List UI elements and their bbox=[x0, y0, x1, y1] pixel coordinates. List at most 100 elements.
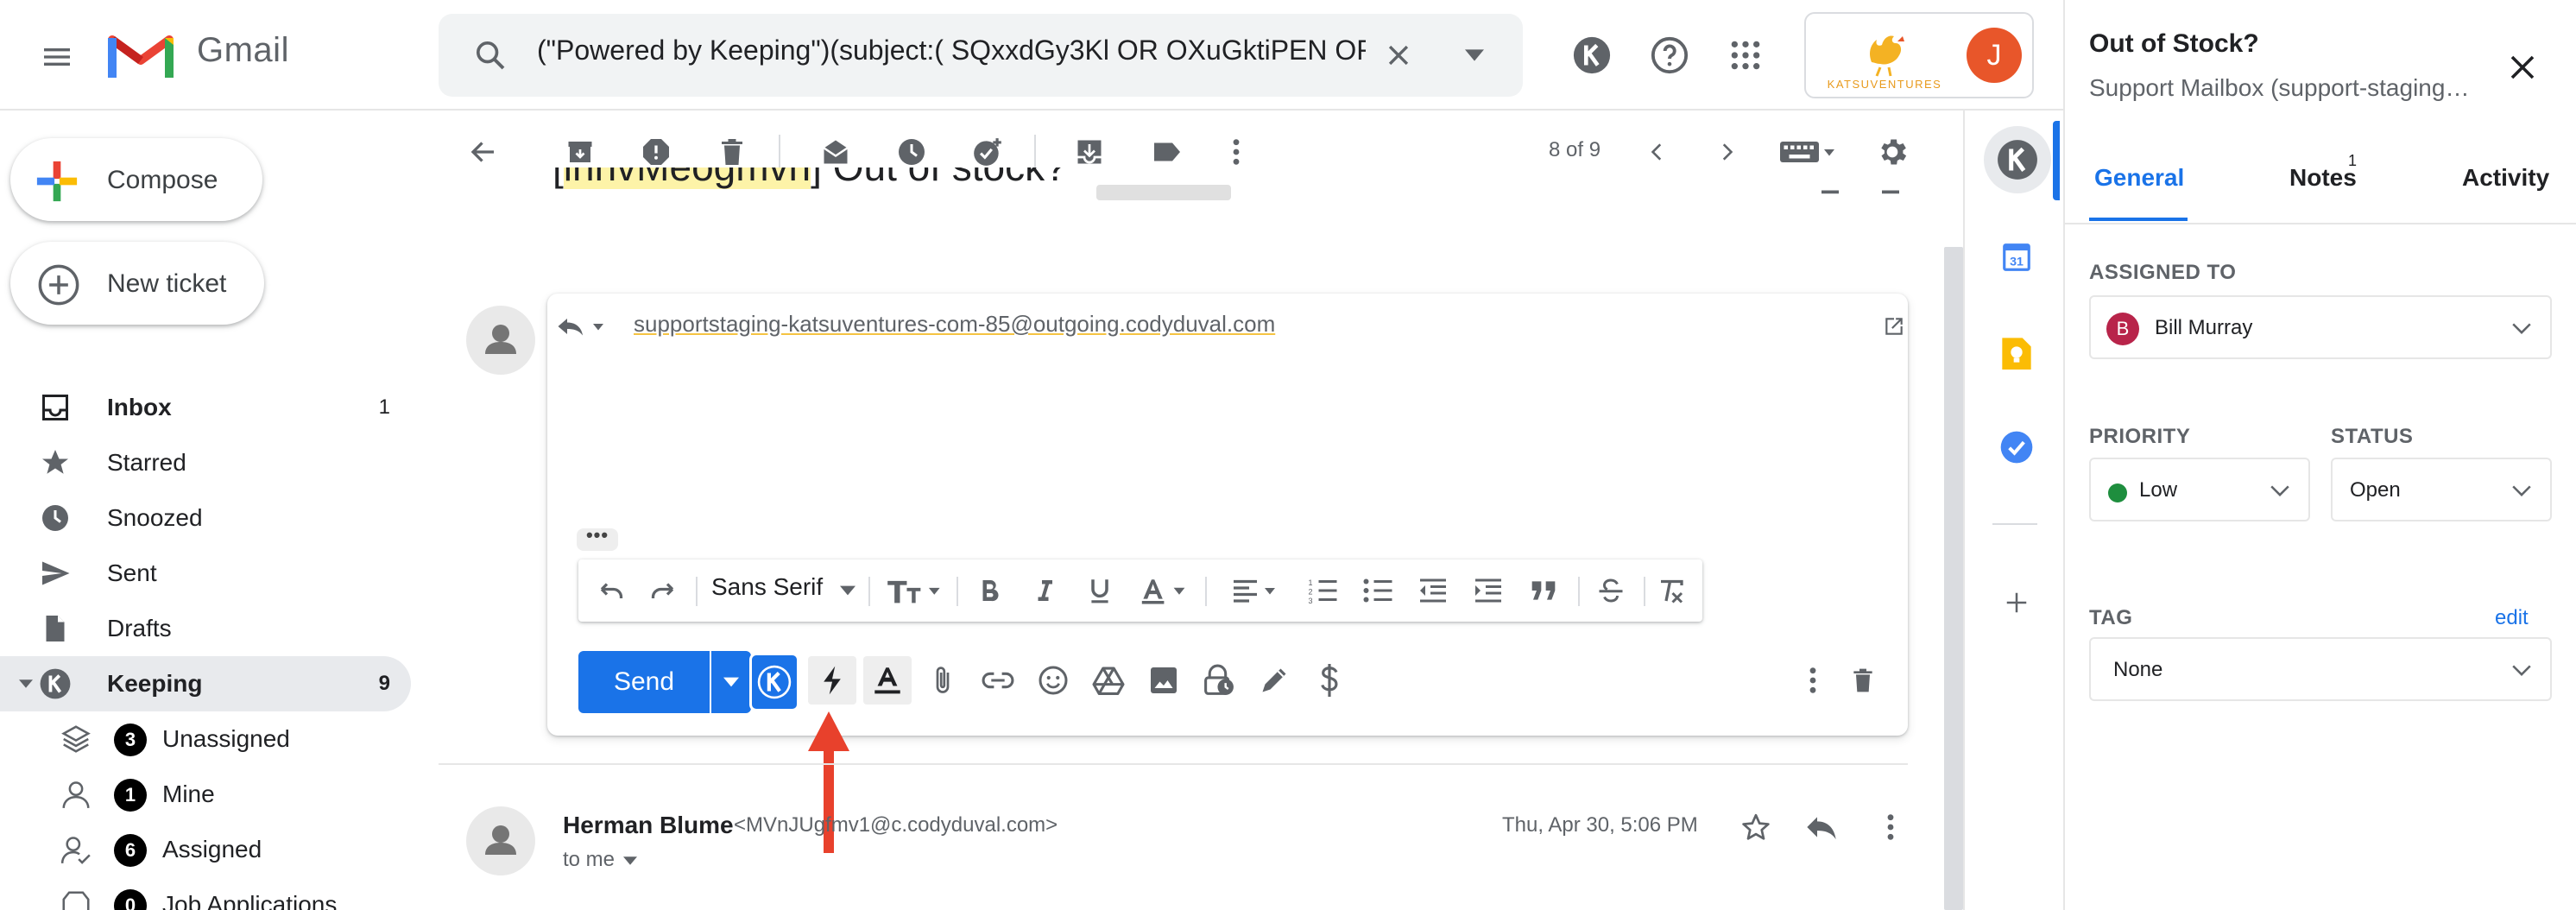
settings-gear-icon[interactable] bbox=[1865, 124, 1920, 180]
assignee-select[interactable]: B Bill Murray bbox=[2089, 295, 2552, 359]
send-button[interactable]: Send bbox=[578, 651, 710, 713]
thread-scrollbar[interactable] bbox=[1944, 247, 1963, 910]
strikethrough-icon[interactable] bbox=[1588, 570, 1633, 611]
sidebar-item-starred[interactable]: Starred bbox=[0, 435, 411, 490]
keeping-ticket-panel bbox=[2063, 0, 2576, 910]
reply-recipient[interactable]: supportstaging-katsuventures-com-85@outg… bbox=[634, 311, 1275, 338]
reply-icon[interactable] bbox=[1797, 803, 1846, 851]
tag-select[interactable]: None bbox=[2089, 637, 2552, 701]
remove-formatting-icon[interactable] bbox=[1649, 570, 1694, 611]
sidebar-subitem-mine[interactable]: 1 Mine bbox=[0, 767, 411, 822]
tasks-icon[interactable] bbox=[1994, 425, 2039, 470]
search-icon[interactable] bbox=[463, 28, 518, 83]
close-icon[interactable] bbox=[2498, 43, 2547, 92]
text-color-icon[interactable] bbox=[1134, 570, 1196, 611]
italic-icon[interactable] bbox=[1022, 570, 1067, 611]
tag-value: None bbox=[2113, 658, 2163, 681]
reply-type-dropdown[interactable] bbox=[552, 309, 613, 344]
recipient-details-toggle[interactable]: to me bbox=[563, 848, 638, 872]
quote-icon[interactable] bbox=[1521, 570, 1566, 611]
sidebar-subitem-unassigned[interactable]: 3 Unassigned bbox=[0, 711, 411, 767]
sidebar-item-drafts[interactable]: Drafts bbox=[0, 601, 411, 656]
keep-icon[interactable] bbox=[1994, 330, 2039, 375]
collapse-caret-icon[interactable] bbox=[16, 673, 36, 694]
sidebar-item-snoozed[interactable]: Snoozed bbox=[0, 490, 411, 546]
google-drive-icon[interactable] bbox=[1084, 656, 1133, 705]
tag-edit-link[interactable]: edit bbox=[2495, 606, 2529, 630]
status-select[interactable]: Open bbox=[2331, 458, 2552, 521]
confidential-mode-icon[interactable] bbox=[1195, 656, 1243, 705]
font-size-icon[interactable] bbox=[881, 570, 950, 611]
message-more-icon[interactable] bbox=[1870, 803, 1911, 851]
redo-icon[interactable] bbox=[642, 570, 687, 611]
sender-name[interactable]: Herman Blume bbox=[563, 812, 734, 839]
calendar-icon[interactable]: 31 bbox=[1994, 235, 2039, 280]
formatting-options-icon[interactable] bbox=[863, 656, 912, 705]
search-options-icon[interactable] bbox=[1447, 28, 1502, 83]
star-icon[interactable] bbox=[1732, 803, 1780, 851]
more-options-icon[interactable] bbox=[1789, 656, 1837, 705]
open-new-window-icon[interactable] bbox=[1873, 176, 1908, 200]
sidebar-item-label: Starred bbox=[107, 449, 186, 476]
print-icon[interactable] bbox=[1813, 176, 1847, 200]
sender-avatar bbox=[466, 806, 535, 875]
discard-draft-icon[interactable] bbox=[1839, 656, 1887, 705]
insert-photo-icon[interactable] bbox=[1140, 656, 1188, 705]
tab-general[interactable]: General bbox=[2094, 164, 2184, 192]
help-icon[interactable] bbox=[1642, 28, 1697, 83]
tab-activity[interactable]: Activity bbox=[2462, 164, 2549, 192]
lightning-bolt-icon[interactable] bbox=[808, 656, 856, 705]
keyboard-icon[interactable] bbox=[1770, 124, 1847, 180]
signature-pen-icon[interactable] bbox=[1250, 656, 1298, 705]
sidebar-item-label: Mine bbox=[162, 780, 215, 807]
dollar-icon[interactable] bbox=[1305, 656, 1354, 705]
underline-icon[interactable] bbox=[1077, 570, 1122, 611]
bold-icon[interactable] bbox=[967, 570, 1012, 611]
tab-notes[interactable]: Notes bbox=[2289, 164, 2357, 192]
account-avatar[interactable]: J bbox=[1967, 28, 2022, 83]
pop-out-icon[interactable] bbox=[1878, 311, 1910, 342]
person-check-icon bbox=[59, 832, 93, 867]
addon-divider bbox=[1992, 523, 2037, 525]
apps-grid-icon[interactable] bbox=[1718, 28, 1773, 83]
show-trimmed-content-button[interactable]: ••• bbox=[577, 526, 618, 551]
gmail-logo-icon[interactable] bbox=[107, 28, 174, 79]
search-input[interactable]: ("Powered by Keeping")(subject:( SQxxdGy… bbox=[537, 35, 1366, 66]
sidebar-subitem-assigned[interactable]: 6 Assigned bbox=[0, 822, 411, 877]
sidebar-item-sent[interactable]: Sent bbox=[0, 546, 411, 601]
send-options-caret-icon[interactable] bbox=[711, 651, 751, 713]
keeping-addon-icon[interactable] bbox=[1984, 126, 2051, 193]
emoji-icon[interactable] bbox=[1029, 656, 1077, 705]
undo-icon[interactable] bbox=[587, 570, 632, 611]
align-icon[interactable] bbox=[1226, 570, 1288, 611]
sidebar-item-label: Job Applications bbox=[162, 891, 338, 910]
insert-link-icon[interactable] bbox=[974, 656, 1022, 705]
sidebar-subitem-job-applications[interactable]: 0 Job Applications bbox=[0, 877, 411, 910]
font-family-select[interactable]: Sans Serif bbox=[711, 573, 823, 601]
chevron-right-icon[interactable] bbox=[1699, 124, 1754, 180]
indent-more-icon[interactable] bbox=[1466, 570, 1511, 611]
font-dropdown-caret-icon[interactable] bbox=[834, 570, 862, 611]
back-arrow-icon[interactable] bbox=[456, 124, 511, 180]
bulleted-list-icon[interactable] bbox=[1355, 570, 1400, 611]
sidebar-item-label: Inbox bbox=[107, 394, 172, 420]
chevron-left-icon[interactable] bbox=[1630, 124, 1685, 180]
attach-file-icon[interactable] bbox=[919, 656, 967, 705]
thread-label-chip[interactable] bbox=[1096, 185, 1231, 200]
keeping-templates-icon[interactable] bbox=[749, 653, 799, 711]
svg-text:31: 31 bbox=[2010, 256, 2024, 269]
toolbar-divider bbox=[1578, 577, 1580, 606]
clear-search-icon[interactable] bbox=[1371, 28, 1426, 83]
main-menu-icon[interactable] bbox=[26, 26, 88, 88]
assignee-name: Bill Murray bbox=[2155, 316, 2253, 339]
priority-select[interactable]: Low bbox=[2089, 458, 2310, 521]
sidebar-item-label: Keeping bbox=[107, 670, 203, 697]
get-addons-plus-icon[interactable] bbox=[1994, 580, 2039, 625]
keeping-icon[interactable] bbox=[1564, 28, 1619, 83]
sidebar-item-inbox[interactable]: Inbox 1 bbox=[0, 380, 411, 435]
sidebar-item-keeping[interactable]: Keeping 9 bbox=[0, 656, 411, 711]
numbered-list-icon[interactable]: 123 bbox=[1300, 570, 1345, 611]
side-addon-strip bbox=[1963, 111, 2063, 910]
message-date: Thu, Apr 30, 5:06 PM bbox=[1502, 813, 1698, 837]
indent-less-icon[interactable] bbox=[1411, 570, 1455, 611]
